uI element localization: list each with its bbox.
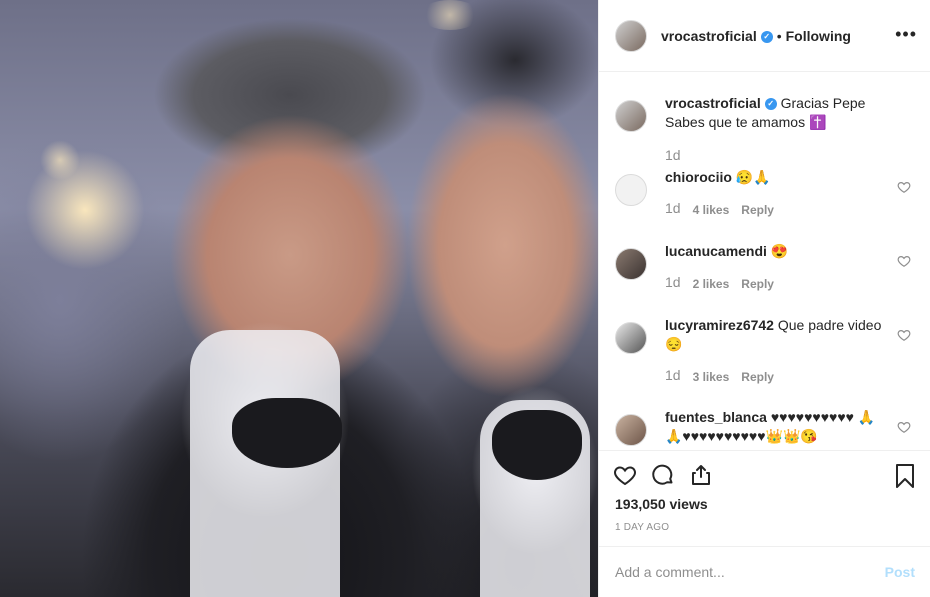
comment-username[interactable]: lucyramirez6742 (665, 317, 774, 333)
like-comment-heart-icon[interactable] (897, 328, 911, 342)
post-header: vrocastroficial ✓ • Following ••• (599, 0, 930, 72)
add-comment-bar: Post (599, 546, 930, 597)
comment-age[interactable]: 1d (665, 199, 681, 220)
comment-likes[interactable]: 2 likes (693, 273, 730, 294)
reply-button[interactable]: Reply (741, 273, 774, 294)
bow-tie (232, 398, 342, 468)
more-options-icon[interactable]: ••• (895, 24, 917, 45)
commenter-avatar[interactable] (615, 414, 647, 446)
following-button[interactable]: Following (786, 28, 851, 44)
commenter-avatar[interactable] (615, 248, 647, 280)
comment-text: 😍 (770, 243, 789, 259)
post-side-panel: vrocastroficial ✓ • Following ••• vrocast… (598, 0, 930, 597)
post-actions: 193,050 views 1 DAY AGO (599, 450, 930, 546)
light-bokeh (420, 0, 480, 30)
reply-button[interactable]: Reply (741, 366, 774, 387)
commenter-avatar[interactable] (615, 322, 647, 354)
verified-badge-icon: ✓ (760, 30, 773, 43)
light-bokeh (40, 140, 80, 180)
caption: vrocastroficial ✓ Gracias Pepe Sabes que … (615, 94, 915, 165)
like-heart-icon[interactable] (613, 463, 637, 487)
post-timestamp: 1 DAY AGO (615, 522, 670, 533)
post-comment-button[interactable]: Post (885, 564, 915, 580)
verified-badge-icon: ✓ (764, 98, 777, 111)
comment-input[interactable] (615, 564, 865, 580)
commenter-avatar[interactable] (615, 174, 647, 206)
comment-likes[interactable]: 4 likes (693, 199, 730, 220)
comment-age[interactable]: 1d (665, 366, 681, 387)
caption-username[interactable]: vrocastroficial ✓ (665, 95, 777, 111)
bookmark-save-icon[interactable] (893, 463, 917, 489)
separator-dot: • (776, 27, 782, 44)
reply-button[interactable]: Reply (741, 199, 774, 220)
like-comment-heart-icon[interactable] (897, 420, 911, 434)
author-avatar[interactable] (615, 19, 647, 52)
instagram-post-view: vrocastroficial ✓ • Following ••• vrocast… (0, 0, 930, 597)
comment-likes[interactable]: 3 likes (693, 366, 730, 387)
post-video[interactable] (0, 0, 598, 597)
comment-username[interactable]: lucanucamendi (665, 243, 767, 259)
comment-username[interactable]: fuentes_blanca (665, 409, 767, 425)
comment-bubble-icon[interactable] (651, 463, 675, 487)
share-icon[interactable] (689, 463, 713, 487)
author-avatar[interactable] (615, 100, 647, 132)
like-comment-heart-icon[interactable] (897, 254, 911, 268)
list-item: chiorociio 😥🙏 1d 4 likes Reply (615, 168, 915, 220)
comment-age[interactable]: 1d (665, 273, 681, 294)
caption-age[interactable]: 1d (665, 146, 681, 165)
list-item: lucanucamendi 😍 1d 2 likes Reply (615, 242, 915, 294)
view-count[interactable]: 193,050 views (615, 496, 708, 512)
list-item: lucyramirez6742 Que padre video😔 1d 3 li… (615, 316, 915, 387)
comments-list[interactable]: vrocastroficial ✓ Gracias Pepe Sabes que … (599, 72, 930, 450)
author-username[interactable]: vrocastroficial ✓ (661, 28, 773, 44)
comment-text: 😥🙏 (735, 169, 771, 185)
comment-username[interactable]: chiorociio (665, 169, 732, 185)
list-item: fuentes_blanca ♥♥♥♥♥♥♥♥♥♥ 🙏🙏♥♥♥♥♥♥♥♥♥♥👑👑… (615, 408, 915, 446)
like-comment-heart-icon[interactable] (897, 180, 911, 194)
bow-tie (492, 410, 582, 480)
